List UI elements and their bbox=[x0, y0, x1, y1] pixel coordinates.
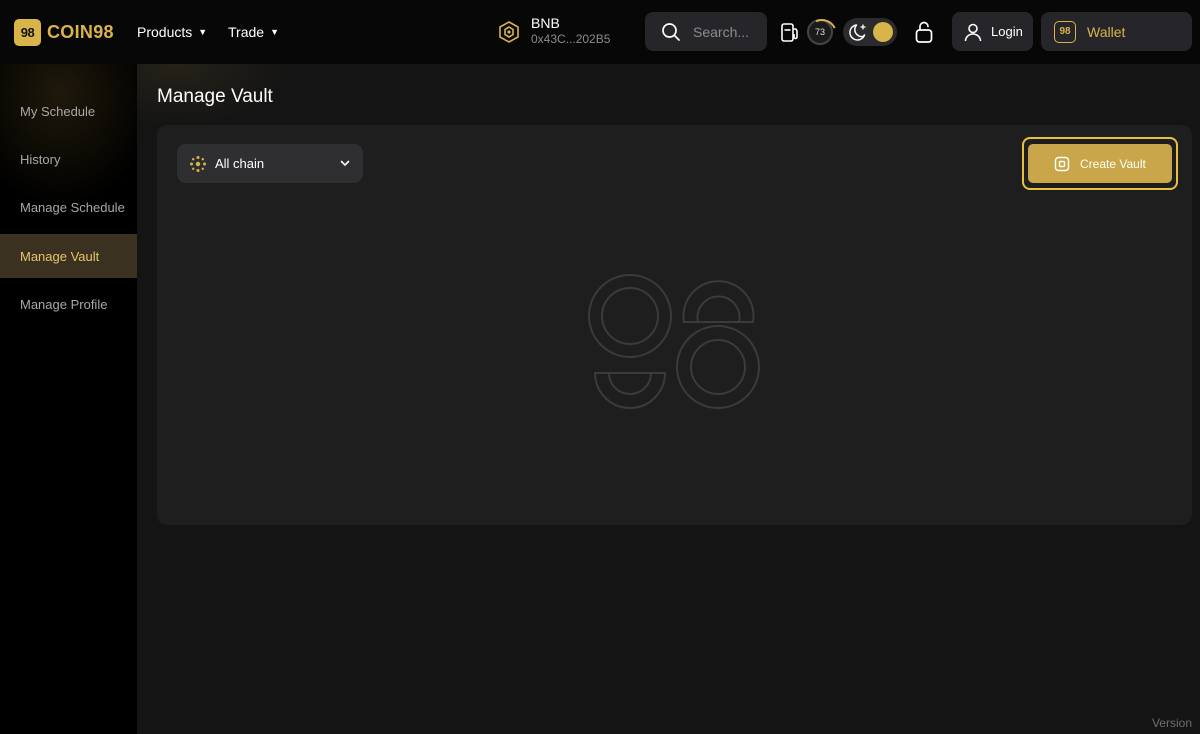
sidebar-item-history[interactable]: History bbox=[0, 137, 137, 181]
toggle-knob bbox=[873, 22, 893, 42]
login-label: Login bbox=[991, 24, 1023, 39]
search-icon bbox=[662, 22, 680, 41]
sidebar-item-manage-profile[interactable]: Manage Profile bbox=[0, 282, 137, 326]
user-icon bbox=[964, 23, 982, 41]
nav-trade-label: Trade bbox=[228, 24, 265, 40]
logo-text: COIN98 bbox=[47, 22, 114, 42]
search-input[interactable] bbox=[693, 23, 763, 40]
coin98-watermark-icon bbox=[588, 274, 760, 409]
unlock-icon[interactable] bbox=[914, 20, 934, 44]
sidebar-item-manage-vault[interactable]: Manage Vault bbox=[0, 234, 137, 278]
network-selector[interactable]: BNB 0x43C...202B5 bbox=[497, 16, 610, 47]
version-label: Version bbox=[1151, 716, 1192, 730]
network-name: BNB bbox=[531, 15, 560, 31]
wallet-address: 0x43C...202B5 bbox=[531, 32, 611, 46]
sidebar-item-label: Manage Vault bbox=[20, 248, 100, 264]
all-chain-icon bbox=[190, 155, 206, 172]
vault-panel: All chain Create Vault bbox=[157, 125, 1192, 525]
top-navbar: 98 COIN98 Products ▼ Trade ▼ BNB 0x43C..… bbox=[0, 0, 1200, 64]
caret-down-icon: ▼ bbox=[270, 27, 279, 37]
sidebar-item-label: Manage Profile bbox=[20, 296, 108, 312]
moon-icon bbox=[849, 24, 866, 41]
nav-products[interactable]: Products ▼ bbox=[137, 24, 207, 40]
login-button[interactable]: Login bbox=[952, 12, 1033, 51]
caret-down-icon: ▼ bbox=[198, 27, 208, 37]
create-vault-button[interactable]: Create Vault bbox=[1028, 144, 1172, 183]
bnb-icon bbox=[499, 20, 519, 43]
search-box[interactable] bbox=[645, 12, 767, 51]
nav-trade[interactable]: Trade ▼ bbox=[228, 24, 279, 40]
gas-station-icon[interactable] bbox=[780, 21, 800, 43]
create-vault-label: Create Vault bbox=[1080, 156, 1146, 171]
chain-select-value: All chain bbox=[215, 156, 265, 171]
sidebar-item-manage-schedule[interactable]: Manage Schedule bbox=[0, 185, 137, 229]
sidebar-item-my-schedule[interactable]: My Schedule bbox=[0, 89, 137, 133]
sidebar-item-label: History bbox=[20, 151, 61, 167]
page-title: Manage Vault bbox=[157, 86, 273, 107]
chain-select[interactable]: All chain bbox=[177, 144, 363, 183]
wallet-label: Wallet bbox=[1087, 23, 1126, 40]
logo-mark: 98 bbox=[14, 19, 41, 46]
nav-products-label: Products bbox=[137, 24, 193, 40]
sidebar-item-label: My Schedule bbox=[20, 103, 96, 119]
create-vault-focus-ring: Create Vault bbox=[1022, 137, 1178, 190]
coin98-logo[interactable]: 98 COIN98 bbox=[14, 19, 114, 46]
sidebar-item-label: Manage Schedule bbox=[20, 199, 125, 215]
gas-counter[interactable]: 73 bbox=[807, 19, 833, 45]
wallet-logo-icon: 98 bbox=[1054, 20, 1076, 43]
sidebar: My Schedule History Manage Schedule Mana… bbox=[0, 64, 137, 734]
wallet-button[interactable]: 98 Wallet bbox=[1041, 12, 1192, 51]
theme-toggle[interactable] bbox=[843, 18, 897, 46]
vault-icon bbox=[1054, 156, 1070, 171]
chevron-down-icon bbox=[340, 160, 350, 166]
